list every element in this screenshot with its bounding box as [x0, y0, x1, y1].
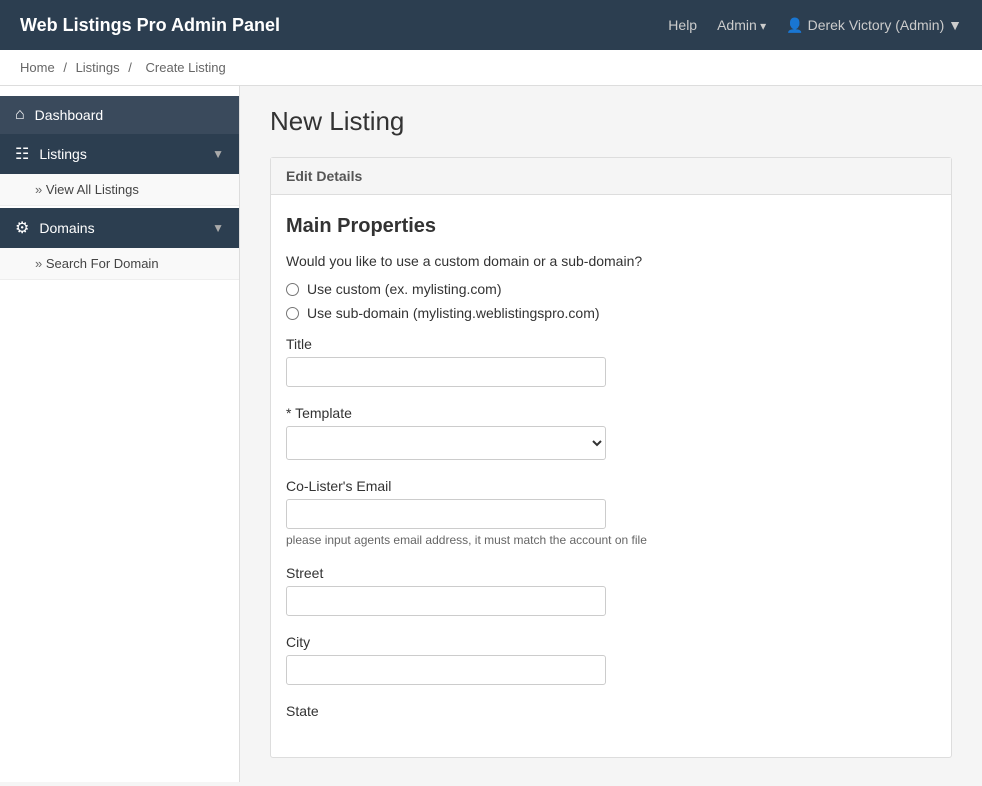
title-group: Title: [286, 336, 936, 387]
main-content: New Listing Edit Details Main Properties…: [240, 86, 982, 782]
colister-email-input[interactable]: [286, 499, 606, 529]
sidebar-listings-label: Listings: [39, 146, 212, 162]
home-icon: ⌂: [15, 106, 25, 124]
colister-group: Co-Lister's Email please input agents em…: [286, 478, 936, 547]
search-for-domain-label: Search For Domain: [46, 256, 159, 271]
colister-label: Co-Lister's Email: [286, 478, 936, 494]
app-brand: Web Listings Pro Admin Panel: [20, 15, 280, 36]
help-link[interactable]: Help: [668, 17, 697, 33]
admin-dropdown[interactable]: Admin: [717, 17, 766, 33]
radio-custom-input[interactable]: [286, 283, 299, 296]
page-title: New Listing: [270, 106, 952, 137]
sidebar-subitem-search-for-domain[interactable]: Search For Domain: [0, 248, 239, 280]
sidebar-domains-label: Domains: [39, 220, 212, 236]
title-input[interactable]: [286, 357, 606, 387]
street-group: Street: [286, 565, 936, 616]
card-header: Edit Details: [271, 158, 951, 195]
city-input[interactable]: [286, 655, 606, 685]
breadcrumb-listings[interactable]: Listings: [76, 60, 120, 75]
state-group: State: [286, 703, 936, 719]
domain-question: Would you like to use a custom domain or…: [286, 253, 936, 269]
sidebar-item-listings[interactable]: ☷ Listings ▼: [0, 134, 239, 174]
list-icon: ☷: [15, 144, 29, 164]
user-menu[interactable]: 👤Derek Victory (Admin) ▼: [786, 17, 962, 34]
street-input[interactable]: [286, 586, 606, 616]
top-navbar: Web Listings Pro Admin Panel Help Admin …: [0, 0, 982, 50]
radio-custom-label: Use custom (ex. mylisting.com): [307, 281, 501, 297]
user-icon: 👤: [786, 17, 803, 33]
user-label: Derek Victory (Admin): [808, 17, 945, 33]
colister-help-text: please input agents email address, it mu…: [286, 533, 936, 547]
sidebar: ⌂ Dashboard ☷ Listings ▼ View All Listin…: [0, 86, 240, 782]
edit-details-card: Edit Details Main Properties Would you l…: [270, 157, 952, 758]
city-group: City: [286, 634, 936, 685]
main-layout: ⌂ Dashboard ☷ Listings ▼ View All Listin…: [0, 86, 982, 782]
city-label: City: [286, 634, 936, 650]
breadcrumb-home[interactable]: Home: [20, 60, 55, 75]
section-title: Main Properties: [286, 215, 936, 238]
breadcrumb: Home / Listings / Create Listing: [0, 50, 982, 86]
street-label: Street: [286, 565, 936, 581]
sidebar-item-dashboard[interactable]: ⌂ Dashboard: [0, 96, 239, 134]
domains-chevron-icon: ▼: [212, 221, 224, 235]
template-select[interactable]: [286, 426, 606, 460]
listings-chevron-icon: ▼: [212, 147, 224, 161]
breadcrumb-current: Create Listing: [146, 60, 226, 75]
navbar-right: Help Admin 👤Derek Victory (Admin) ▼: [668, 17, 962, 34]
view-all-listings-label: View All Listings: [46, 182, 139, 197]
state-label: State: [286, 703, 936, 719]
radio-subdomain-input[interactable]: [286, 307, 299, 320]
radio-subdomain-option[interactable]: Use sub-domain (mylisting.weblistingspro…: [286, 305, 936, 321]
title-label: Title: [286, 336, 936, 352]
radio-custom-option[interactable]: Use custom (ex. mylisting.com): [286, 281, 936, 297]
template-group: * Template: [286, 405, 936, 460]
gear-icon: ⚙: [15, 218, 29, 238]
template-label: * Template: [286, 405, 936, 421]
sidebar-dashboard-label: Dashboard: [35, 107, 104, 123]
card-body: Main Properties Would you like to use a …: [271, 195, 951, 757]
radio-subdomain-label: Use sub-domain (mylisting.weblistingspro…: [307, 305, 600, 321]
sidebar-subitem-view-all-listings[interactable]: View All Listings: [0, 174, 239, 206]
domain-radio-group: Use custom (ex. mylisting.com) Use sub-d…: [286, 281, 936, 321]
sidebar-item-domains[interactable]: ⚙ Domains ▼: [0, 208, 239, 248]
